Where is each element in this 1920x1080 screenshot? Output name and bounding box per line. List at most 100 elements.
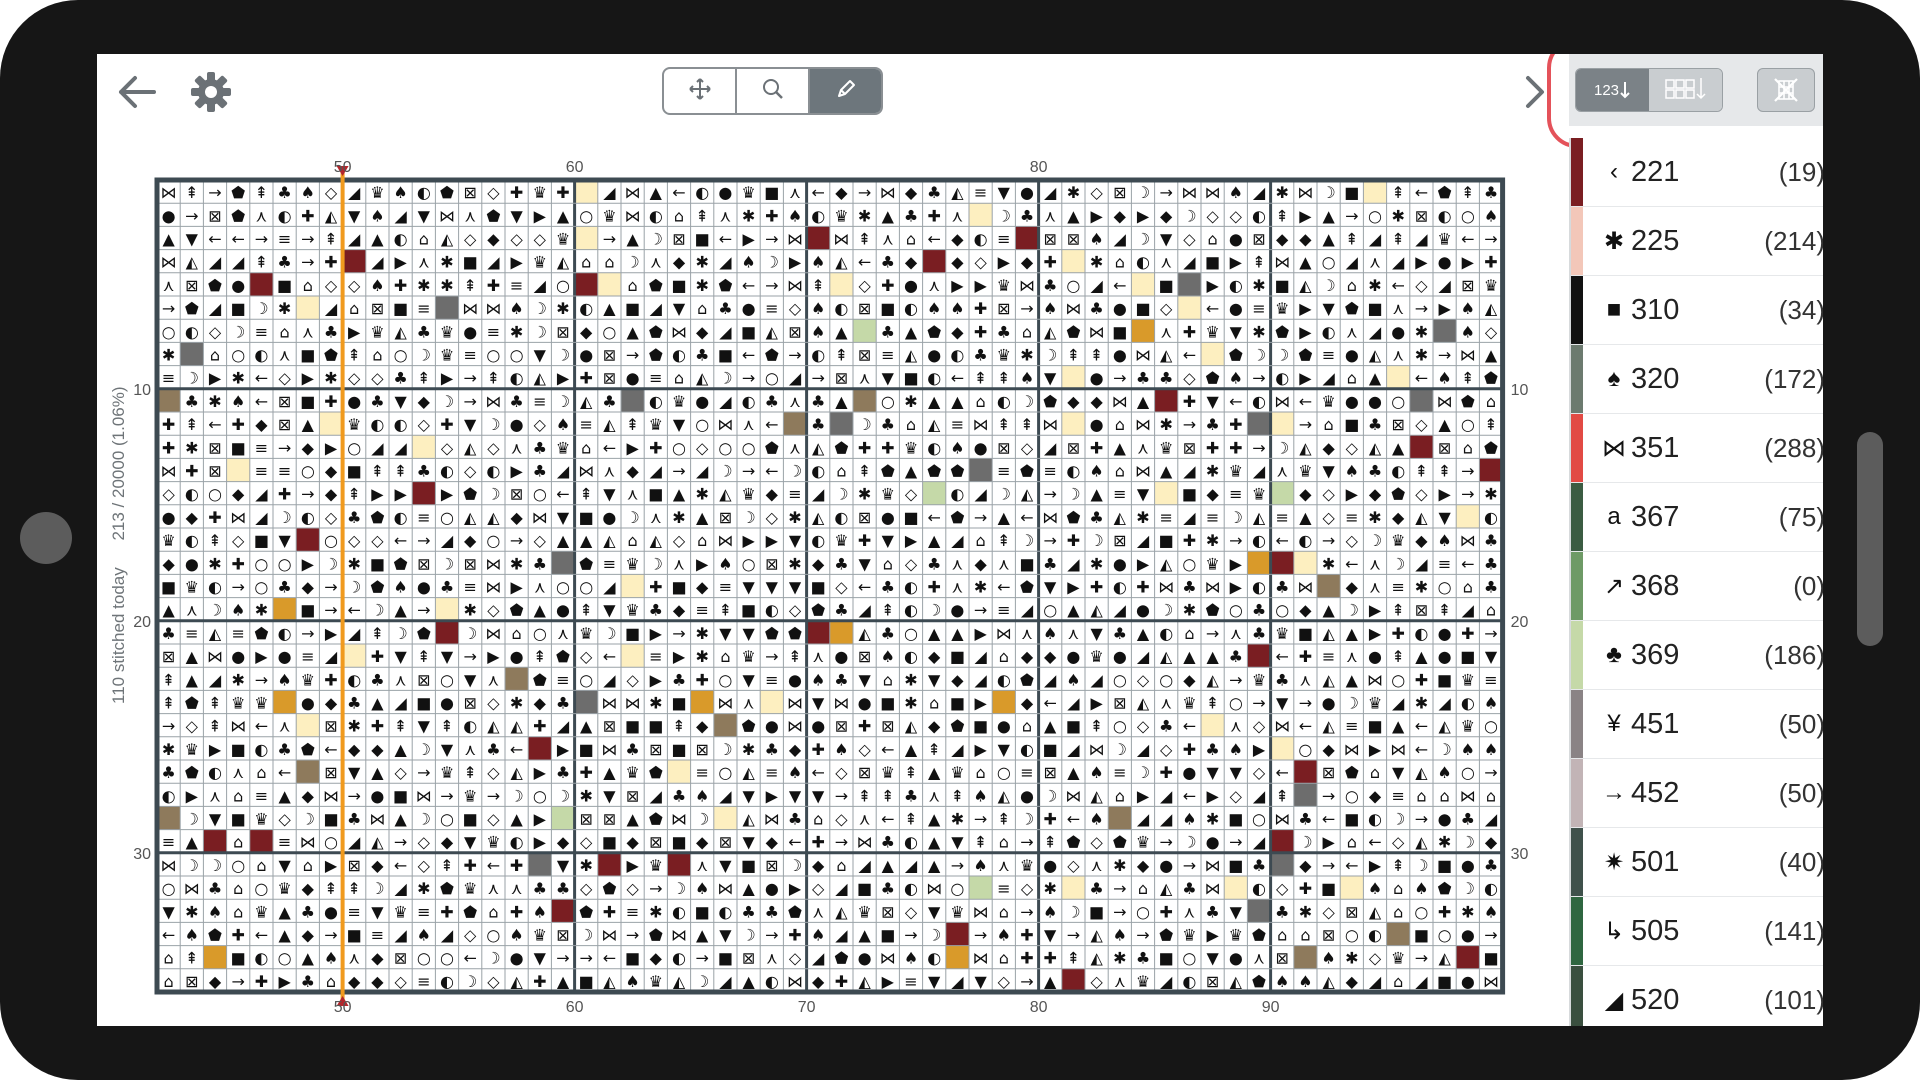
palette-row[interactable]: ✷ 501 (40) xyxy=(1571,828,1823,897)
stitch-symbol-cell: → xyxy=(1252,693,1265,712)
stitch-symbol-cell: ▲ xyxy=(882,206,895,225)
stitch-symbol-cell: ⬟ xyxy=(1206,369,1220,388)
stitch-symbol-cell: ◇ xyxy=(766,508,779,527)
stitch-symbol-cell: ■ xyxy=(1414,925,1429,944)
side-scroll-handle[interactable] xyxy=(1857,432,1883,646)
stitch-symbol-cell: ◐ xyxy=(1322,322,1336,341)
stitch-symbol-cell: ⋏ xyxy=(488,879,500,898)
thread-palette-list: ‹ 221 (19) ✱ 225 (214) ■ 310 (34) ♠ 320 (172) ⋈ 351 (2… xyxy=(1569,138,1823,1026)
stitch-symbol-cell: ■ xyxy=(718,345,733,364)
stitch-symbol-cell: ♠ xyxy=(811,299,825,318)
stitch-symbol-cell: ≡ xyxy=(255,786,268,805)
stitch-symbol-cell: ⊠ xyxy=(371,299,384,318)
stitch-symbol-cell: ✚ xyxy=(510,856,523,875)
stitch-symbol-cell: ▶ xyxy=(371,485,384,504)
stitch-symbol-cell: ◇ xyxy=(580,833,593,852)
filled-cell xyxy=(1177,272,1201,296)
stitch-symbol-cell: ⋈ xyxy=(485,577,501,596)
stitch-symbol-cell: ♣ xyxy=(834,601,848,620)
filled-cell xyxy=(1270,852,1294,876)
palette-row[interactable]: ♣ 369 (186) xyxy=(1571,621,1823,690)
stitch-symbol-cell: ⋏ xyxy=(650,508,662,527)
stitch-symbol-cell: ♣ xyxy=(1205,740,1219,759)
stitch-symbol-cell: ▼ xyxy=(1230,322,1243,341)
stitch-symbol-cell: ■ xyxy=(300,345,315,364)
stitch-symbol-cell: ✱ xyxy=(278,299,291,318)
stitch-symbol-cell: ⊠ xyxy=(1415,601,1428,620)
filled-cell xyxy=(597,272,621,296)
pattern-grid[interactable]: ⋈ ⇞ → ⬟ ⇞ ♣ ♠ ◇ ◢ ♛ ♠ ◐ ⬟ ⊠ ◇ ✚ ♛ ✚ ◢ ⋈ ▲ ← ◐ ● ♛ ■ ⋏ ← ◆ → ⋈ ◆ ♣ ◭ ≡ ▼ ● ◢ ✱ ◇… xyxy=(97,104,1552,1026)
stitch-symbol-cell: ☽ xyxy=(1321,276,1335,295)
sort-by-number-button[interactable]: 123 xyxy=(1576,69,1649,111)
filled-cell xyxy=(690,690,714,714)
stitch-symbol-cell: ♣ xyxy=(556,693,570,712)
stitch-symbol-cell: ▲ xyxy=(905,740,918,759)
stitch-symbol-cell: ♣ xyxy=(1182,879,1196,898)
stitch-symbol-cell: ♠ xyxy=(811,670,825,689)
stitch-symbol-cell: ≡ xyxy=(997,879,1010,898)
palette-row[interactable]: ✱ 225 (214) xyxy=(1571,207,1823,276)
stitch-symbol-cell: ⋏ xyxy=(464,740,476,759)
stitch-symbol-cell: ✚ xyxy=(278,485,291,504)
stitch-symbol-cell: ⋈ xyxy=(1205,183,1221,202)
stitch-symbol-cell: ♣ xyxy=(347,508,361,527)
stitch-symbol-cell: ◐ xyxy=(695,183,709,202)
stitch-symbol-cell: ◇ xyxy=(1160,299,1173,318)
palette-row[interactable]: → 452 (50) xyxy=(1571,759,1823,828)
stitch-symbol-cell: ■ xyxy=(973,717,988,736)
stitch-symbol-cell: ♛ xyxy=(370,183,384,202)
stitch-symbol-cell: ♣ xyxy=(1298,809,1312,828)
stitch-symbol-cell: ● xyxy=(231,276,245,295)
stitch-symbol-cell: ← xyxy=(162,925,175,944)
stitch-symbol-cell: ← xyxy=(1461,229,1474,248)
palette-row[interactable]: ⋈ 351 (288) xyxy=(1571,414,1823,483)
stitch-symbol-cell: ← xyxy=(1275,531,1288,550)
filled-cell xyxy=(1270,551,1294,575)
pattern-chart[interactable]: ⋈ ⇞ → ⬟ ⇞ ♣ ♠ ◇ ◢ ♛ ♠ ◐ ⬟ ⊠ ◇ ✚ ♛ ✚ ◢ ⋈ ▲ ← ◐ ● ♛ ■ ⋏ ← ◆ → ⋈ ◆ ♣ ◭ ≡ ▼ ● ◢ ✱ ◇… xyxy=(97,104,1552,1026)
stitch-symbol-cell: ◐ xyxy=(347,670,361,689)
stitch-symbol-cell: ⬟ xyxy=(718,276,732,295)
stitch-symbol-cell: ☽ xyxy=(1020,392,1034,411)
stitch-symbol-cell: ◇ xyxy=(348,531,361,550)
palette-row[interactable]: ↳ 505 (141) xyxy=(1571,897,1823,966)
stitch-symbol-cell: ◢ xyxy=(1067,554,1080,573)
stitch-symbol-cell: ▶ xyxy=(766,786,779,805)
stitch-symbol-cell: ♣ xyxy=(765,902,779,921)
palette-row[interactable]: a 367 (75) xyxy=(1571,483,1823,552)
stitch-symbol-cell: ♣ xyxy=(509,392,523,411)
palette-row[interactable]: ◢ 520 (101) xyxy=(1571,966,1823,1026)
stitch-symbol-cell: ⬟ xyxy=(208,276,222,295)
stitch-symbol-cell: ♛ xyxy=(602,206,616,225)
stitch-symbol-cell: ● xyxy=(1438,809,1452,828)
stitch-symbol-cell: ♣ xyxy=(1136,369,1150,388)
stitch-symbol-cell: ◇ xyxy=(418,833,431,852)
stitch-symbol-cell: ◐ xyxy=(950,345,964,364)
stitch-symbol-cell: ⊠ xyxy=(742,949,755,968)
palette-row[interactable]: ↗ 368 (0) xyxy=(1571,552,1823,621)
stitch-symbol-cell: ⌂ xyxy=(976,531,986,550)
thread-number: 225 xyxy=(1631,224,1680,257)
palette-row[interactable]: ‹ 221 (19) xyxy=(1571,138,1823,207)
stitch-symbol-cell: ♣ xyxy=(881,833,895,852)
stitch-symbol-cell: ♠ xyxy=(1484,206,1498,225)
home-button[interactable] xyxy=(20,512,72,564)
palette-row[interactable]: ■ 310 (34) xyxy=(1571,276,1823,345)
stitch-symbol-cell: ○ xyxy=(556,276,570,295)
stitch-symbol-cell: ♛ xyxy=(1229,461,1243,480)
palette-row[interactable]: ♠ 320 (172) xyxy=(1571,345,1823,414)
stitch-symbol-cell: ⇞ xyxy=(1043,833,1056,852)
stitch-symbol-cell: ← xyxy=(208,229,221,248)
stitch-symbol-cell: ✱ xyxy=(1090,554,1103,573)
stitch-symbol-cell: ≡ xyxy=(533,392,546,411)
pen-icon xyxy=(835,78,857,105)
stitch-symbol-cell: ◇ xyxy=(626,670,639,689)
stitch-symbol-cell: → xyxy=(835,786,848,805)
stitch-symbol-cell: ✱ xyxy=(649,902,662,921)
stitch-symbol-cell: ▼ xyxy=(766,577,779,596)
clear-selection-button[interactable] xyxy=(1757,68,1815,112)
sort-by-count-button[interactable] xyxy=(1649,69,1722,111)
stitch-symbol-cell: ✱ xyxy=(858,485,871,504)
palette-row[interactable]: ¥451 (50) xyxy=(1571,690,1823,759)
stitch-symbol-cell: ✱ xyxy=(742,206,755,225)
stitch-symbol-cell: ◆ xyxy=(1206,485,1219,504)
